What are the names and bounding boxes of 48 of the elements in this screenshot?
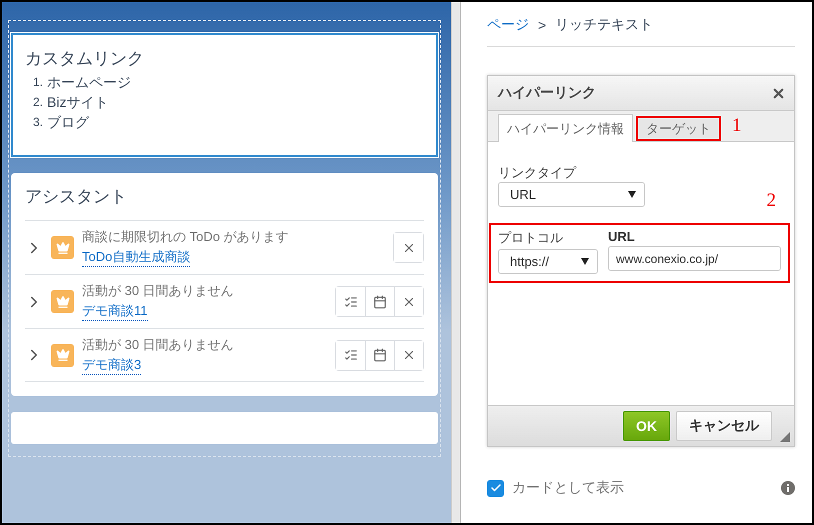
breadcrumb-separator: > xyxy=(538,17,546,33)
task-list-icon xyxy=(344,348,358,362)
dismiss-button[interactable] xyxy=(394,287,424,316)
close-icon[interactable] xyxy=(771,86,786,100)
dialog-title: ハイパーリンク xyxy=(498,84,596,102)
checkbox-label: カードとして表示 xyxy=(512,479,625,497)
calendar-icon xyxy=(373,294,388,308)
link-item[interactable]: ブログ xyxy=(47,112,90,132)
caret-icon xyxy=(581,258,589,265)
insight-message: 活動が 30 日間ありません xyxy=(82,282,235,300)
card-title: カスタムリンク xyxy=(25,48,145,70)
cancel-button[interactable]: キャンセル xyxy=(676,411,772,441)
field-label: URL xyxy=(608,229,636,244)
annotation-number: 2 xyxy=(766,190,776,212)
task-list-icon xyxy=(344,294,358,308)
insight-message: 活動が 30 日間ありません xyxy=(82,336,235,354)
insight-message: 商談に期限切れの ToDo があります xyxy=(82,228,290,246)
crown-icon xyxy=(51,344,74,366)
breadcrumb-link[interactable]: ページ xyxy=(487,16,529,34)
record-link[interactable]: ToDo自動生成商談 xyxy=(82,248,190,267)
link-item[interactable]: ホームページ xyxy=(47,72,132,92)
check-icon xyxy=(490,482,502,494)
list-number: 3. xyxy=(33,114,44,131)
annotation-number: 1 xyxy=(732,115,742,137)
protocol-select[interactable]: https:// xyxy=(498,249,598,274)
list-number: 1. xyxy=(33,74,44,91)
crown-icon xyxy=(51,236,74,259)
caret-icon xyxy=(628,191,636,198)
field-label: プロトコル xyxy=(498,229,564,247)
dismiss-button[interactable] xyxy=(394,233,424,262)
resize-grip-icon[interactable] xyxy=(780,432,790,442)
list-number: 2. xyxy=(33,94,44,111)
info-icon[interactable] xyxy=(781,481,795,495)
crown-icon xyxy=(51,290,74,313)
dismiss-button[interactable] xyxy=(394,340,424,370)
card-title: アシスタント xyxy=(25,186,128,208)
tab[interactable]: ハイパーリンク情報 xyxy=(498,114,633,142)
field-label: リンクタイプ xyxy=(498,164,578,182)
link-item[interactable]: Bizサイト xyxy=(47,92,108,112)
calendar-icon xyxy=(373,348,388,362)
url-field[interactable]: www.conexio.co.jp/ xyxy=(608,246,781,271)
checkbox[interactable] xyxy=(487,480,504,496)
record-link[interactable]: デモ商談11 xyxy=(82,302,148,321)
breadcrumb-current: リッチテキスト xyxy=(555,16,654,34)
tab[interactable]: ターゲット xyxy=(636,116,721,141)
record-link[interactable]: デモ商談3 xyxy=(82,356,142,374)
scrollbar[interactable] xyxy=(451,2,461,523)
link-type-select[interactable]: URL xyxy=(498,182,645,207)
